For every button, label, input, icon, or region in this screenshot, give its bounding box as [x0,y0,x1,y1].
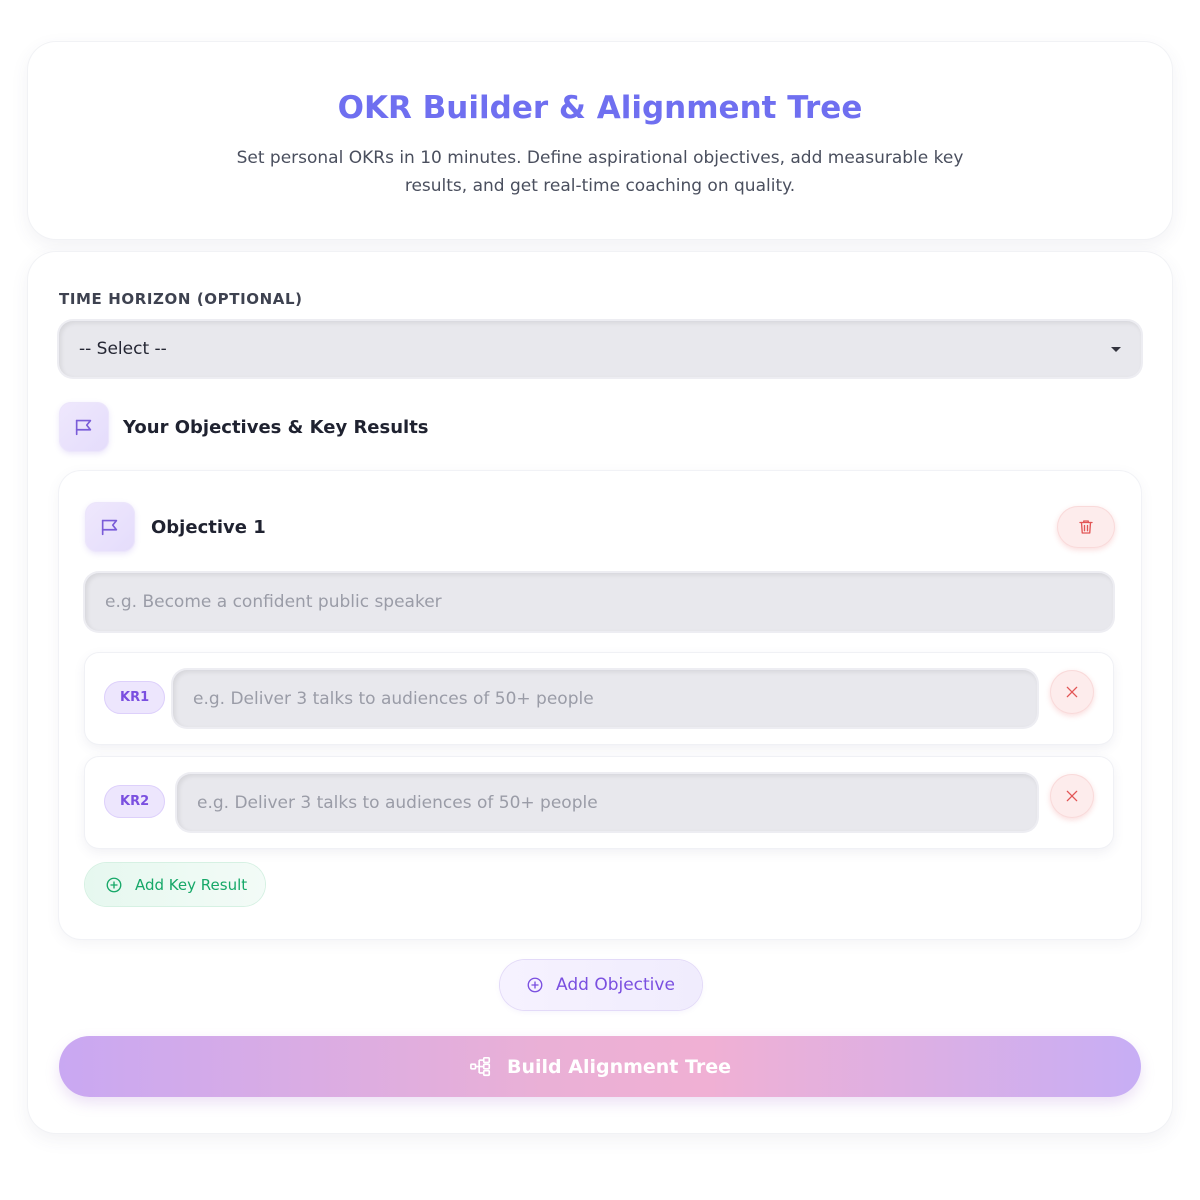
flag-icon [59,402,109,452]
add-key-result-button[interactable]: Add Key Result [85,863,265,906]
close-icon [1066,686,1078,698]
tree-icon [470,1056,491,1076]
delete-objective-button[interactable] [1057,506,1115,548]
objective-input[interactable] [85,573,1113,631]
build-alignment-tree-label: Build Alignment Tree [506,1055,732,1078]
time-horizon-label: TIME HORIZON (OPTIONAL) [59,290,303,308]
remove-key-result-button[interactable] [1050,774,1094,818]
key-result-row: KR2 [85,757,1113,848]
time-horizon-selected-value: -- Select -- [79,339,167,359]
build-alignment-tree-button[interactable]: Build Alignment Tree [59,1036,1141,1097]
okr-form-card: TIME HORIZON (OPTIONAL) -- Select -- You… [28,252,1172,1133]
objective-header: Objective 1 [85,502,266,552]
key-result-input[interactable] [173,670,1037,727]
add-objective-button[interactable]: Add Objective [500,960,702,1010]
plus-circle-icon [527,977,543,993]
add-key-result-label: Add Key Result [135,875,248,894]
key-result-input[interactable] [177,774,1037,831]
section-title: Your Objectives & Key Results [123,416,429,438]
objective-title: Objective 1 [151,516,266,538]
key-result-row: KR1 [85,653,1113,744]
plus-circle-icon [106,877,122,892]
remove-key-result-button[interactable] [1050,670,1094,714]
section-header: Your Objectives & Key Results [59,402,429,452]
close-icon [1066,790,1078,802]
trash-icon [1079,520,1093,534]
time-horizon-select[interactable]: -- Select -- [59,321,1141,377]
page-subtitle: Set personal OKRs in 10 minutes. Define … [236,148,964,196]
header-card: OKR Builder & Alignment Tree Set persona… [28,42,1172,239]
caret-down-icon [1111,346,1121,352]
objective-card: Objective 1 KR1 KR2 [59,471,1141,939]
add-objective-label: Add Objective [556,975,675,995]
kr-badge: KR1 [104,681,166,714]
flag-icon [85,502,135,552]
page-title: OKR Builder & Alignment Tree [337,90,863,126]
kr-badge: KR2 [104,785,166,818]
